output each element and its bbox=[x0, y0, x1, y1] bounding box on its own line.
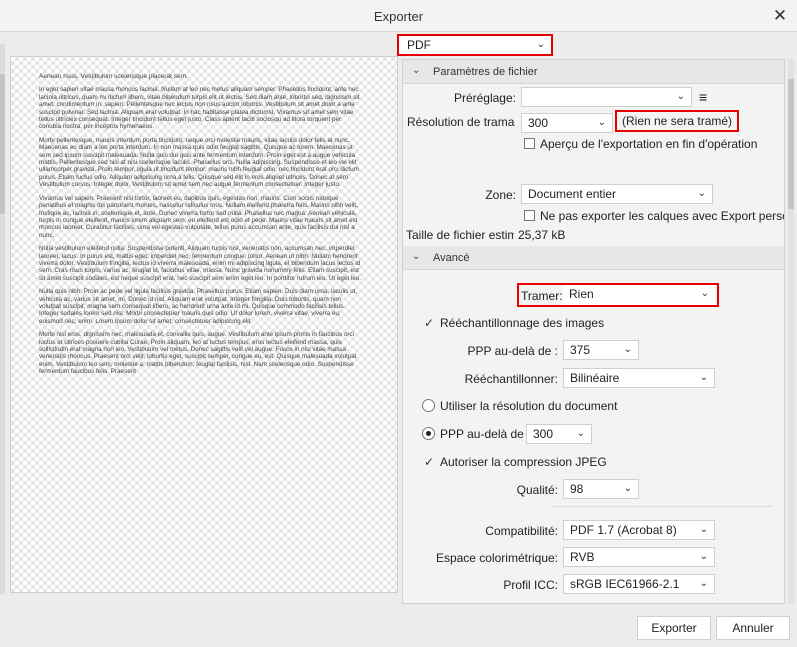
icc-label: Profil ICC: bbox=[503, 578, 558, 592]
format-value: PDF bbox=[407, 38, 431, 52]
chevron-down-icon: ⌄ bbox=[676, 91, 685, 102]
chevron-down-icon: ⌄ bbox=[597, 117, 606, 128]
divider bbox=[553, 506, 773, 507]
export-button[interactable]: Exporter bbox=[637, 616, 711, 640]
format-select[interactable]: PDF ⌄ bbox=[397, 34, 553, 56]
resample-images-checkbox[interactable]: ✓ bbox=[424, 317, 435, 329]
preset-menu-icon[interactable]: ≡ bbox=[699, 89, 707, 105]
preview-paragraph: Vivamus vel sapien. Praesent nisl tortor… bbox=[39, 194, 358, 239]
preview-paragraph: Morbi nisl eros, dignissim nec, malesuad… bbox=[39, 331, 357, 376]
preset-select[interactable]: ⌄ bbox=[521, 87, 692, 107]
preview-heading: Aenean risus. Vestibulum scelerisque pla… bbox=[39, 73, 188, 80]
chevron-down-icon: ⌄ bbox=[699, 524, 708, 535]
resample-select[interactable]: Bilinéaire ⌄ bbox=[563, 368, 715, 388]
compat-label: Compatibilité: bbox=[485, 524, 558, 538]
no-layers-checkbox[interactable] bbox=[524, 210, 535, 221]
jpeg-label: Autoriser la compression JPEG bbox=[440, 455, 607, 469]
section-file-params[interactable]: ⌄ Paramètres de fichier bbox=[403, 60, 784, 84]
filesize-value: 25,37 kB bbox=[518, 228, 566, 242]
chevron-down-icon: ⌄ bbox=[576, 428, 585, 439]
section-file-params-label: Paramètres de fichier bbox=[433, 66, 538, 78]
no-layers-label: Ne pas exporter les calques avec Export … bbox=[540, 209, 785, 223]
tramer-select[interactable]: Rien ⌄ bbox=[563, 285, 715, 305]
ppp2-radio[interactable] bbox=[422, 427, 435, 440]
scrollbar-thumb[interactable] bbox=[788, 79, 794, 209]
chevron-down-icon: ⌄ bbox=[700, 288, 709, 299]
preview-scrollbar[interactable] bbox=[0, 44, 5, 594]
chevron-down-icon: ⌄ bbox=[623, 344, 632, 355]
section-advanced[interactable]: ⌄ Avancé bbox=[403, 246, 784, 270]
preview-paragraph: In eget sapien vitae massa rhoncus lacin… bbox=[39, 86, 360, 131]
preview-page: Aenean risus. Vestibulum scelerisque pla… bbox=[39, 73, 361, 382]
zone-select[interactable]: Document entier ⌄ bbox=[521, 184, 713, 204]
chevron-down-icon: ⌄ bbox=[412, 65, 421, 76]
chevron-down-icon: ⌄ bbox=[699, 578, 708, 589]
title-bar: Exporter ✕ bbox=[0, 0, 797, 32]
raster-resolution-label: Résolution de tramage bbox=[407, 115, 515, 129]
preview-paragraph: Nulla vestibulum eleifend nulla. Suspend… bbox=[39, 245, 361, 282]
resample-images-label: Rééchantillonnage des images bbox=[440, 316, 605, 330]
settings-scrollbar[interactable] bbox=[788, 59, 794, 604]
ppp-label: PPP au-delà de : bbox=[467, 344, 558, 358]
ppp2-label: PPP au-delà de : bbox=[440, 427, 531, 441]
resample-label: Rééchantillonner: bbox=[464, 372, 558, 386]
tramer-label: Tramer: bbox=[521, 289, 563, 303]
document-preview: Aenean risus. Vestibulum scelerisque pla… bbox=[10, 56, 398, 593]
chevron-down-icon: ⌄ bbox=[699, 372, 708, 383]
preview-paragraph: Morbi pellentesque, mauris interdum port… bbox=[39, 136, 359, 189]
icc-select[interactable]: sRGB IEC61966-2.1 ⌄ bbox=[563, 574, 715, 594]
close-icon[interactable]: ✕ bbox=[769, 5, 791, 27]
section-advanced-label: Avancé bbox=[433, 252, 470, 264]
chevron-down-icon: ⌄ bbox=[412, 251, 421, 262]
filesize-label: Taille de fichier estimé bbox=[406, 228, 514, 242]
raster-note: (Rien ne sera tramé) bbox=[615, 110, 740, 132]
preset-label: Préréglage: bbox=[453, 91, 516, 105]
chevron-down-icon: ⌄ bbox=[623, 483, 632, 494]
use-doc-res-radio[interactable] bbox=[422, 399, 435, 412]
colorspace-label: Espace colorimétrique: bbox=[435, 551, 558, 565]
raster-resolution-select[interactable]: 300 ⌄ bbox=[521, 113, 613, 133]
preview-paragraph: Nulla quis nibh. Proin ac pede vel ligul… bbox=[39, 288, 358, 325]
settings-panel: ⌄ Paramètres de fichier Préréglage: ⌄ ≡ … bbox=[402, 59, 785, 604]
jpeg-checkbox[interactable]: ✓ bbox=[424, 456, 435, 468]
quality-select[interactable]: 98 ⌄ bbox=[563, 479, 639, 499]
colorspace-select[interactable]: RVB ⌄ bbox=[563, 547, 715, 567]
chevron-down-icon: ⌄ bbox=[536, 39, 545, 50]
preview-after-checkbox[interactable] bbox=[524, 138, 535, 149]
ppp-select[interactable]: 375 ⌄ bbox=[563, 340, 639, 360]
zone-label: Zone: bbox=[485, 188, 516, 202]
compat-select[interactable]: PDF 1.7 (Acrobat 8) ⌄ bbox=[563, 520, 715, 540]
quality-label: Qualité: bbox=[516, 483, 558, 497]
use-doc-res-label: Utiliser la résolution du document bbox=[440, 399, 618, 413]
ppp2-select[interactable]: 300 ⌄ bbox=[526, 424, 592, 444]
chevron-down-icon: ⌄ bbox=[697, 188, 706, 199]
chevron-down-icon: ⌄ bbox=[699, 551, 708, 562]
window-title: Exporter bbox=[373, 9, 424, 24]
cancel-button[interactable]: Annuler bbox=[716, 616, 790, 640]
preview-after-label: Aperçu de l'exportation en fin d'opérati… bbox=[540, 137, 758, 151]
scrollbar-thumb[interactable] bbox=[0, 74, 5, 214]
